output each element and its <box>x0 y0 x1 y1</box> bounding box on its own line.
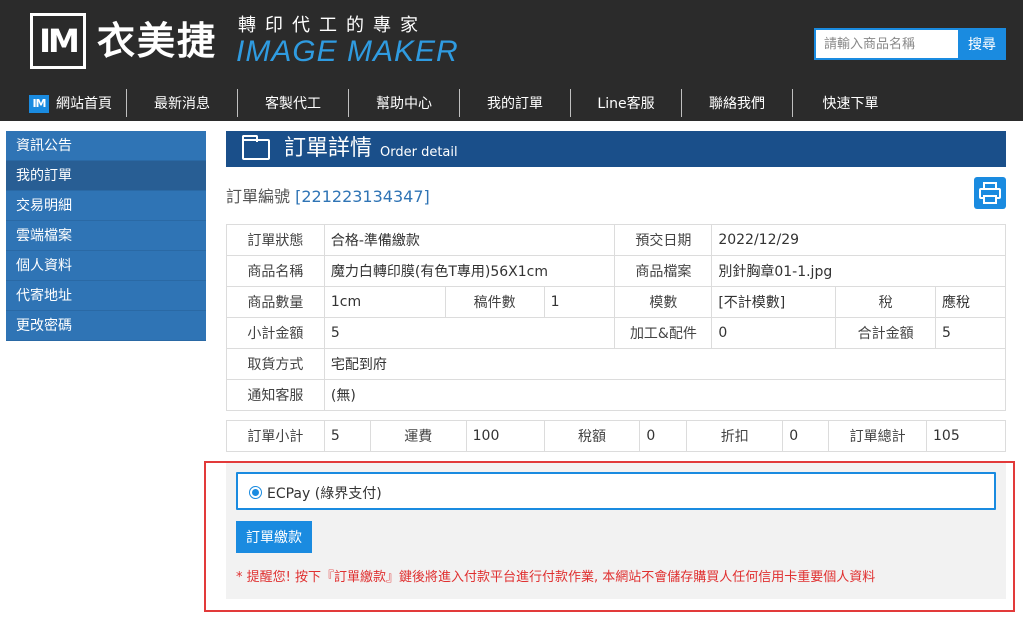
process-value: 0 <box>711 317 837 349</box>
discount-value: 0 <box>782 420 830 452</box>
order-summary-table: 訂單小計 5 運費 100 稅額 0 折扣 0 訂單總計 105 <box>226 420 1006 452</box>
payment-warning-note: * 提醒您! 按下『訂單繳款』鍵後將進入付款平台進行付款作業, 本網站不會儲存購… <box>236 570 876 585</box>
qty-label: 商品數量 <box>226 286 325 318</box>
due-value: 2022/12/29 <box>711 224 1006 256</box>
shipping-value: 100 <box>465 420 545 452</box>
brand-slogan: 轉印代工的專家 <box>238 15 427 36</box>
page-subtitle: Order detail <box>380 145 458 160</box>
table-row: 訂單狀態 合格-準備繳款 預交日期 2022/12/29 <box>226 224 1006 256</box>
radio-button-checked[interactable] <box>249 486 262 499</box>
nav-contact[interactable]: 聯絡我們 <box>682 88 792 120</box>
tax-amount-label: 稅額 <box>543 420 641 452</box>
nav-orders[interactable]: 我的訂單 <box>460 88 570 120</box>
sidebar-item-profile[interactable]: 個人資料 <box>6 251 206 281</box>
total-label: 合計金額 <box>835 317 937 349</box>
tax-value: 應稅 <box>935 286 1006 318</box>
nav-home[interactable]: IM 網站首頁 <box>18 88 123 120</box>
process-label: 加工&配件 <box>614 317 713 349</box>
mold-value: [不計模數] <box>711 286 837 318</box>
sidebar-item-announcements[interactable]: 資訊公告 <box>6 131 206 161</box>
table-row: 商品數量 1cm 稿件數 1 模數 [不計模數] 稅 應稅 <box>226 286 1006 318</box>
notify-value: (無) <box>323 379 1007 411</box>
tax-label: 稅 <box>835 286 937 318</box>
search-input[interactable] <box>814 28 958 60</box>
print-button[interactable] <box>974 177 1006 209</box>
brand-name-en: IMAGE MAKER <box>236 35 459 68</box>
product-value: 魔力白轉印膜(有色T專用)56X1cm <box>323 255 616 287</box>
sidebar-item-transactions[interactable]: 交易明細 <box>6 191 206 221</box>
logo-mark: IM <box>39 22 80 60</box>
order-number-value: [221223134347] <box>295 187 430 206</box>
status-label: 訂單狀態 <box>226 224 325 256</box>
table-row: 商品名稱 魔力白轉印膜(有色T專用)56X1cm 商品檔案 別針胸章01-1.j… <box>226 255 1006 287</box>
main-nav: IM 網站首頁 最新消息 客製代工 幫助中心 我的訂單 Line客服 聯絡我們 快… <box>0 88 1023 120</box>
discount-label: 折扣 <box>686 420 784 452</box>
search-button[interactable]: 搜尋 <box>958 28 1006 60</box>
pieces-label: 稿件數 <box>444 286 545 318</box>
order-total-label: 訂單總計 <box>828 420 927 452</box>
folder-icon <box>242 135 270 160</box>
order-subtotal-label: 訂單小計 <box>226 420 325 452</box>
order-detail-table: 訂單狀態 合格-準備繳款 預交日期 2022/12/29 商品名稱 魔力白轉印膜… <box>226 224 1007 411</box>
shipping-label: 運費 <box>369 420 467 452</box>
tax-amount-value: 0 <box>639 420 688 452</box>
sidebar-item-cloud-files[interactable]: 雲端檔案 <box>6 221 206 251</box>
nav-quick-order[interactable]: 快速下單 <box>793 88 908 120</box>
pickup-value: 宅配到府 <box>323 348 1007 380</box>
nav-help[interactable]: 幫助中心 <box>349 88 459 120</box>
pay-order-button[interactable]: 訂單繳款 <box>236 521 312 553</box>
logo-icon[interactable]: IM <box>30 13 86 69</box>
nav-custom[interactable]: 客製代工 <box>238 88 348 120</box>
nav-news[interactable]: 最新消息 <box>127 88 237 120</box>
nav-label: 網站首頁 <box>56 96 112 112</box>
notify-label: 通知客服 <box>226 379 325 411</box>
site-header: IM 衣美捷 轉印代工的專家 IMAGE MAKER 搜尋 IM 網站首頁 最新消… <box>0 0 1023 121</box>
sidebar-item-addresses[interactable]: 代寄地址 <box>6 281 206 311</box>
qty-value: 1cm <box>323 286 446 318</box>
sidebar-item-password[interactable]: 更改密碼 <box>6 311 206 341</box>
order-number: 訂單編號 [221223134347] <box>226 183 430 207</box>
order-total-value: 105 <box>926 420 1006 452</box>
table-row: 訂單小計 5 運費 100 稅額 0 折扣 0 訂單總計 105 <box>226 420 1006 452</box>
home-icon: IM <box>29 95 49 113</box>
table-row: 小計金額 5 加工&配件 0 合計金額 5 <box>226 317 1006 349</box>
file-label: 商品檔案 <box>614 255 713 287</box>
sidebar: 資訊公告 我的訂單 交易明細 雲端檔案 個人資料 代寄地址 更改密碼 <box>6 131 206 341</box>
table-row: 通知客服 (無) <box>226 379 1007 411</box>
sidebar-item-my-orders[interactable]: 我的訂單 <box>6 161 206 191</box>
page-title: 訂單詳情 <box>284 136 373 161</box>
product-label: 商品名稱 <box>226 255 325 287</box>
subtotal-value: 5 <box>323 317 616 349</box>
total-value: 5 <box>935 317 1006 349</box>
file-value: 別針胸章01-1.jpg <box>711 255 1006 287</box>
status-value: 合格-準備繳款 <box>323 224 616 256</box>
payment-option-ecpay[interactable]: ECPay (綠界支付) <box>236 472 996 510</box>
table-row: 取貨方式 宅配到府 <box>226 348 1007 380</box>
pickup-label: 取貨方式 <box>226 348 325 380</box>
nav-line[interactable]: Line客服 <box>571 88 681 120</box>
subtotal-label: 小計金額 <box>226 317 325 349</box>
mold-label: 模數 <box>614 286 713 318</box>
payment-option-label: ECPay (綠界支付) <box>267 486 382 502</box>
brand-name-cn: 衣美捷 <box>97 19 218 63</box>
pieces-value: 1 <box>543 286 616 318</box>
page-title-bar: 訂單詳情 Order detail <box>226 131 1006 167</box>
due-label: 預交日期 <box>614 224 713 256</box>
order-number-label: 訂單編號 <box>226 187 291 206</box>
order-subtotal-value: 5 <box>323 420 371 452</box>
